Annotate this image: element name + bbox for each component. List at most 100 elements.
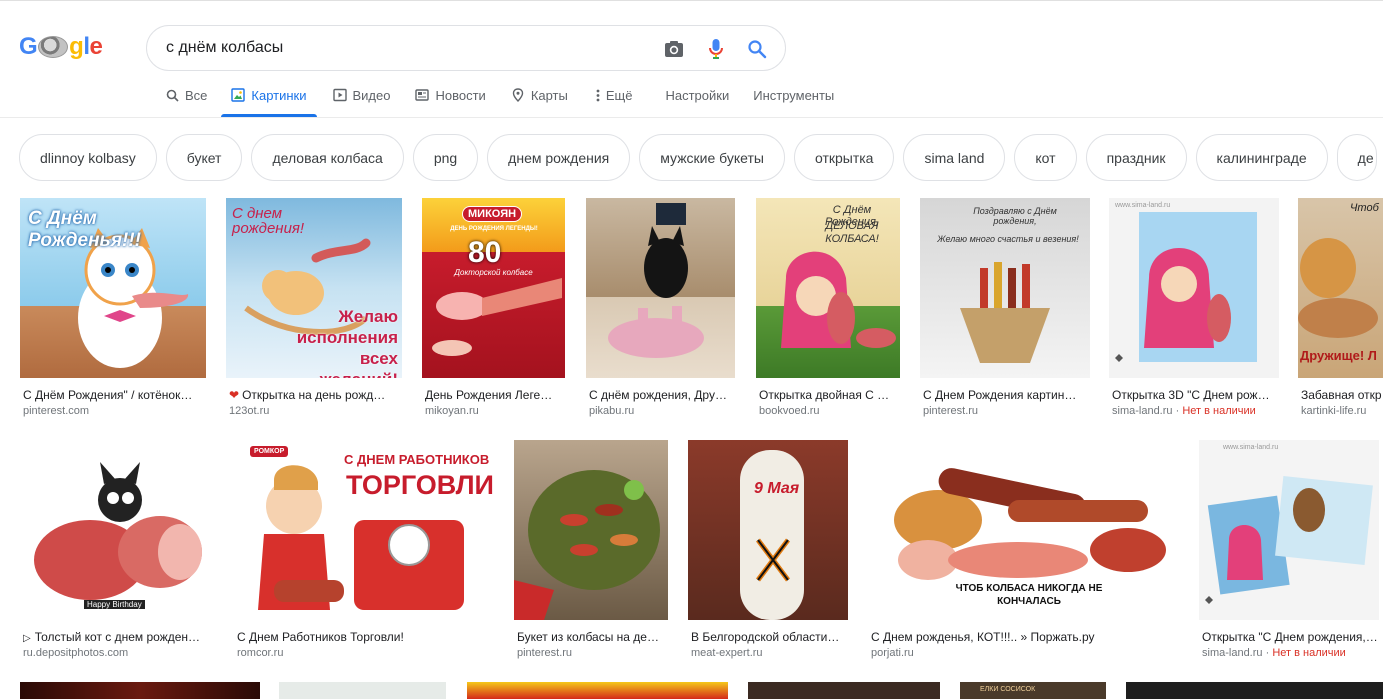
chip[interactable]: букет	[165, 134, 243, 181]
result-thumbnail[interactable]: 9 Мая	[688, 440, 848, 620]
result-source: sima-land.ru · Нет в наличии	[1112, 405, 1256, 417]
tab-maps[interactable]: Карты	[511, 80, 568, 109]
result-title[interactable]: ▷ Толстый кот с днем рожден…	[23, 630, 215, 644]
brand-logo: МИКОЯН	[462, 206, 523, 222]
card-illustration	[1115, 212, 1257, 362]
thumb-caption: ТОРГОВЛИ!	[346, 470, 494, 500]
tab-label: Картинки	[251, 87, 307, 103]
result-title[interactable]: С днём рождения, Дру…	[589, 388, 736, 402]
image-result[interactable]: Чтоб Дружище! Л Забавная откр kartinki-l…	[1298, 198, 1383, 428]
chip[interactable]: мужские букеты	[639, 134, 785, 181]
tab-video[interactable]: Видео	[332, 80, 391, 109]
image-result[interactable]	[1126, 682, 1383, 699]
image-row-1: С Днём Рожденья!!! С Днём Рождения" / ко…	[0, 198, 1383, 428]
chip[interactable]: dlinnoy kolbasy	[19, 134, 157, 181]
chip[interactable]: sima land	[903, 134, 1006, 181]
image-result[interactable]: ЕЛКИ СОСИСОК	[960, 682, 1106, 699]
news-icon	[415, 88, 430, 102]
result-title[interactable]: Открытка двойная С …	[759, 388, 901, 402]
image-result[interactable]	[20, 682, 260, 699]
tab-images[interactable]: Картинки	[221, 80, 317, 117]
result-thumbnail[interactable]: www.sima-land.ru	[1199, 440, 1379, 620]
thumb-caption: Чтоб	[1350, 202, 1379, 214]
search-input[interactable]	[166, 39, 646, 57]
chip[interactable]: калининграде	[1195, 134, 1328, 181]
tab-news[interactable]: Новости	[415, 80, 486, 109]
result-title[interactable]: Букет из колбасы на де…	[517, 630, 669, 644]
search-box[interactable]	[146, 25, 786, 71]
more-vert-icon	[594, 88, 602, 102]
result-thumbnail[interactable]: ЧТОБ КОЛБАСА НИКОГДА НЕ КОНЧАЛАСЬ	[868, 440, 1180, 620]
result-title[interactable]: С Днем рожденья, КОТ!!!.. » Поржать.ру	[871, 630, 1181, 644]
map-pin-icon	[511, 88, 525, 102]
result-source: romcor.ru	[237, 647, 284, 659]
thumb-caption: Дружище! Л	[1300, 348, 1377, 363]
result-thumbnail[interactable]: С Днём Рожденья!!!	[20, 198, 206, 378]
chip[interactable]: открытка	[793, 134, 895, 181]
chip[interactable]: днем рождения	[487, 134, 631, 181]
image-row-2: Happy Birthday ▷ Толстый кот с днем рожде…	[0, 440, 1383, 670]
google-logo[interactable]: Ggle	[19, 31, 103, 63]
thumb-caption: С Днём Рожденья!!!	[28, 208, 142, 251]
result-source: pinterest.ru	[517, 647, 573, 659]
result-thumbnail[interactable]: РОМКОР С ДНЕМ РАБОТНИКОВ ТОРГОВЛИ!	[234, 440, 494, 620]
result-thumbnail[interactable]: www.sima-land.ru	[1109, 198, 1279, 378]
result-thumbnail[interactable]: МИКОЯН ДЕНЬ РОЖДЕНИЯ ЛЕГЕНДЫ! 80 Докторс…	[422, 198, 565, 378]
tab-settings[interactable]: Настройки	[665, 80, 729, 109]
result-source: pikabu.ru	[589, 405, 635, 417]
chip[interactable]: png	[412, 134, 479, 181]
play-icon: ▷	[23, 633, 31, 644]
chip[interactable]: кот	[1014, 134, 1077, 181]
result-title[interactable]: С Днем Работников Торговли!	[237, 630, 495, 644]
tab-label: Новости	[435, 87, 486, 103]
result-source: meat-expert.ru	[691, 647, 763, 659]
result-title[interactable]: В Белгородской области…	[691, 630, 849, 644]
image-result[interactable]	[279, 682, 446, 699]
nav-divider	[0, 117, 1383, 118]
search-icon[interactable]	[745, 37, 769, 61]
heart-icon: ❤	[229, 388, 240, 402]
tab-tools[interactable]: Инструменты	[753, 80, 834, 109]
result-source-text: sima-land.ru	[1112, 405, 1173, 417]
result-thumbnail[interactable]: С Днём Рождения, ДЕЛОВАЯ КОЛБАСА!	[756, 198, 900, 378]
chip[interactable]: де	[1336, 134, 1377, 181]
microphone-icon[interactable]	[704, 37, 728, 61]
result-title[interactable]: Открытка 3D "С Днем рож…	[1112, 388, 1280, 402]
tab-more[interactable]: Ещё	[594, 80, 633, 109]
result-title[interactable]: День Рождения Леге…	[425, 388, 566, 402]
scale-illustration	[258, 465, 464, 610]
bouquet-illustration	[514, 470, 660, 620]
watermark: www.sima-land.ru	[1115, 202, 1171, 209]
result-source: sima-land.ru · Нет в наличии	[1202, 647, 1346, 659]
result-thumbnail[interactable]: Чтоб Дружище! Л	[1298, 198, 1383, 378]
image-result[interactable]	[748, 682, 940, 699]
chip[interactable]: деловая колбаса	[251, 134, 404, 181]
result-thumbnail[interactable]	[586, 198, 735, 378]
result-title[interactable]: Забавная откр	[1301, 388, 1383, 402]
result-source: mikoyan.ru	[425, 405, 479, 417]
result-thumbnail[interactable]: Happy Birthday	[20, 440, 214, 620]
chip[interactable]: праздник	[1085, 134, 1187, 181]
tab-label: Видео	[352, 87, 391, 103]
result-title[interactable]: С Днём Рождения" / котёнок…	[23, 388, 207, 402]
result-thumbnail[interactable]: Поздравляю с Днём рождения, Желаю много …	[920, 198, 1090, 378]
result-thumbnail[interactable]	[514, 440, 668, 620]
tab-all[interactable]: Все	[165, 80, 207, 109]
result-source: pinterest.com	[23, 405, 90, 417]
camera-icon[interactable]	[662, 37, 686, 61]
related-chips: dlinnoy kolbasy букет деловая колбаса pn…	[19, 134, 1383, 182]
result-title[interactable]: Открытка "С Днем рождения, …	[1202, 630, 1380, 644]
result-title[interactable]: С Днем Рождения картин…	[923, 388, 1091, 402]
tab-label: Все	[185, 87, 208, 103]
thumb-caption: ДЕНЬ РОЖДЕНИЯ ЛЕГЕНДЫ!	[450, 226, 538, 232]
result-title[interactable]: ❤ Открытка на день рожд…	[229, 388, 403, 402]
tab-label: Ещё	[605, 87, 633, 103]
image-result[interactable]	[467, 682, 728, 699]
result-source-text: sima-land.ru	[1202, 647, 1263, 659]
tab-label: Карты	[530, 87, 568, 103]
result-source: ru.depositphotos.com	[23, 647, 129, 659]
video-icon	[332, 88, 347, 102]
thumb-caption: С днем рождения!	[232, 205, 305, 237]
thumb-caption: Happy Birthday	[84, 600, 145, 609]
result-thumbnail[interactable]: С днем рождения! Желаю исполнения всех ж…	[226, 198, 402, 378]
